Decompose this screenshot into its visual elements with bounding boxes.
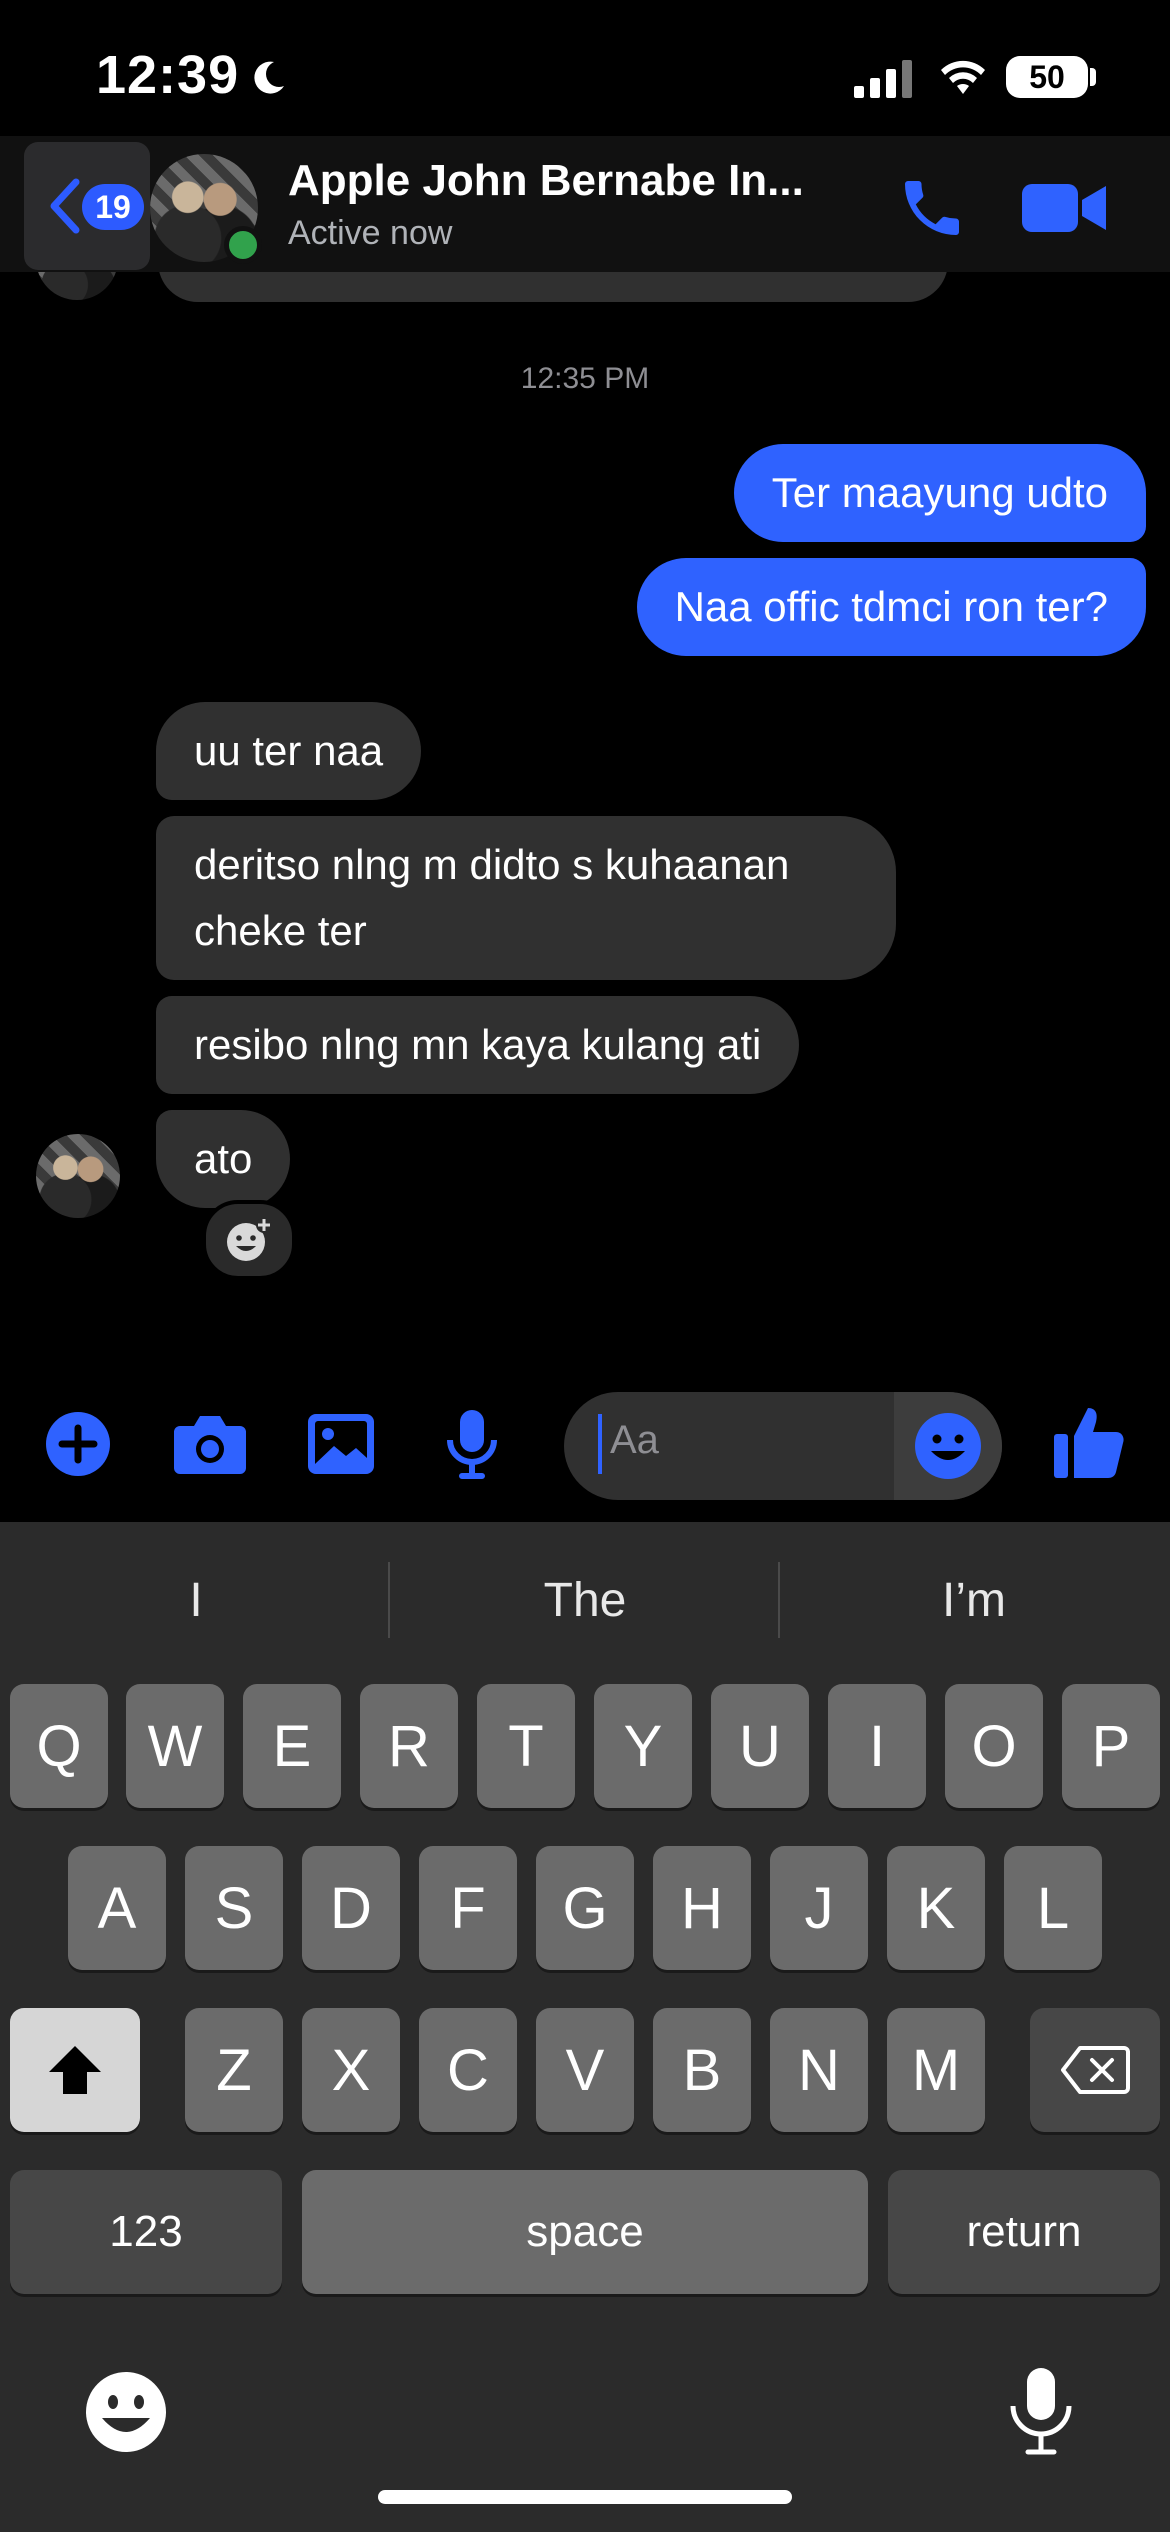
key-l[interactable]: L <box>1004 1846 1102 1970</box>
unread-count-badge: 19 <box>82 184 144 230</box>
incoming-message[interactable]: resibo nlng mn kaya kulang ati <box>156 996 800 1094</box>
moon-icon <box>254 61 284 94</box>
active-status-dot <box>224 226 262 264</box>
battery-nub <box>1090 68 1096 86</box>
key-n[interactable]: N <box>770 2008 868 2132</box>
key-c[interactable]: C <box>419 2008 517 2132</box>
thumbs-up-icon[interactable] <box>1052 1404 1126 1480</box>
suggestion-divider <box>388 1562 390 1638</box>
key-d[interactable]: D <box>302 1846 400 1970</box>
key-q[interactable]: Q <box>10 1684 108 1808</box>
incoming-message[interactable]: deritso nlng m didto s kuhaanan cheke te… <box>156 816 896 980</box>
key-j[interactable]: J <box>770 1846 868 1970</box>
add-reaction-icon <box>227 1217 272 1261</box>
predictive-text-bar: I The I’m <box>0 1530 1170 1670</box>
battery-indicator: 50 <box>1006 56 1088 98</box>
emoji-icon <box>915 1413 981 1479</box>
camera-icon[interactable] <box>172 1412 248 1476</box>
back-button[interactable]: 19 <box>24 142 150 270</box>
text-cursor <box>598 1414 602 1474</box>
wifi-icon <box>941 60 985 94</box>
sender-avatar <box>36 1134 120 1218</box>
message-timestamp: 12:35 PM <box>520 362 650 395</box>
key-p[interactable]: P <box>1062 1684 1160 1808</box>
gallery-icon[interactable] <box>306 1412 376 1476</box>
key-w[interactable]: W <box>126 1684 224 1808</box>
suggestion[interactable]: I <box>2 1530 390 1670</box>
keyboard-emoji-icon[interactable] <box>84 2370 168 2454</box>
key-b[interactable]: B <box>653 2008 751 2132</box>
outgoing-message[interactable]: Ter maayung udto <box>733 444 1146 542</box>
key-f[interactable]: F <box>419 1846 517 1970</box>
chevron-left-icon <box>50 178 80 234</box>
incoming-message[interactable]: ato <box>156 1110 291 1208</box>
home-indicator[interactable] <box>378 2490 792 2504</box>
numbers-key[interactable]: 123 <box>10 2170 282 2294</box>
dictation-microphone-icon[interactable] <box>1006 2366 1076 2456</box>
suggestion[interactable]: The <box>391 1530 779 1670</box>
return-key[interactable]: return <box>888 2170 1160 2294</box>
phone-icon[interactable] <box>896 172 968 244</box>
key-g[interactable]: G <box>536 1846 634 1970</box>
shift-key[interactable] <box>10 2008 140 2132</box>
cellular-signal-icon <box>854 60 912 98</box>
key-e[interactable]: E <box>243 1684 341 1808</box>
key-v[interactable]: V <box>536 2008 634 2132</box>
video-camera-icon[interactable] <box>1022 182 1106 234</box>
contact-status: Active now <box>288 214 453 252</box>
plus-icon[interactable] <box>44 1410 112 1478</box>
contact-name[interactable]: Apple John Bernabe In... <box>288 156 804 206</box>
key-h[interactable]: H <box>653 1846 751 1970</box>
delete-key[interactable] <box>1030 2008 1160 2132</box>
key-i[interactable]: I <box>828 1684 926 1808</box>
key-a[interactable]: A <box>68 1846 166 1970</box>
microphone-icon[interactable] <box>444 1408 500 1480</box>
key-z[interactable]: Z <box>185 2008 283 2132</box>
key-u[interactable]: U <box>711 1684 809 1808</box>
key-t[interactable]: T <box>477 1684 575 1808</box>
status-time: 12:39 <box>96 45 240 105</box>
suggestion[interactable]: I’m <box>780 1530 1168 1670</box>
key-m[interactable]: M <box>887 2008 985 2132</box>
space-key[interactable]: space <box>302 2170 868 2294</box>
key-r[interactable]: R <box>360 1684 458 1808</box>
key-x[interactable]: X <box>302 2008 400 2132</box>
key-o[interactable]: O <box>945 1684 1043 1808</box>
outgoing-message[interactable]: Naa offic tdmci ron ter? <box>636 558 1146 656</box>
incoming-message[interactable]: uu ter naa <box>156 702 422 800</box>
key-y[interactable]: Y <box>594 1684 692 1808</box>
add-reaction-button[interactable] <box>202 1200 296 1280</box>
emoji-button[interactable] <box>894 1392 1002 1500</box>
message-input-placeholder: Aa <box>610 1418 659 1462</box>
shift-icon <box>49 2046 101 2094</box>
key-k[interactable]: K <box>887 1846 985 1970</box>
key-s[interactable]: S <box>185 1846 283 1970</box>
backspace-icon <box>1061 2046 1130 2094</box>
